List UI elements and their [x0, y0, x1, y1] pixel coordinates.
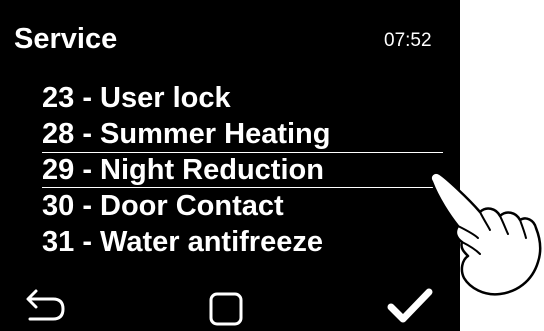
clock: 07:52 — [384, 30, 432, 51]
menu-item-label: 28 - Summer Heating — [42, 118, 331, 150]
home-square-icon — [209, 292, 243, 326]
menu-item-summer-heating[interactable]: 28 - Summer Heating — [0, 116, 460, 152]
menu-item-water-antifreeze[interactable]: 31 - Water antifreeze — [0, 224, 460, 260]
menu-item-night-reduction[interactable]: 29 - Night Reduction — [0, 152, 460, 188]
menu-item-door-contact[interactable]: 30 - Door Contact — [0, 188, 460, 224]
menu-item-label: 31 - Water antifreeze — [42, 226, 323, 258]
menu-item-label: 30 - Door Contact — [42, 190, 284, 222]
back-button[interactable] — [22, 284, 70, 328]
back-arrow-icon — [26, 289, 65, 321]
menu-item-label: 23 - User lock — [42, 82, 231, 114]
pointing-hand-icon-graphic — [429, 171, 542, 296]
device-screen: Service 07:52 23 - User lock 28 - Summer… — [0, 0, 460, 331]
menu-item-user-lock[interactable]: 23 - User lock — [0, 80, 460, 116]
menu-item-label: 29 - Night Reduction — [42, 154, 324, 186]
home-button[interactable] — [203, 284, 251, 328]
service-menu-list: 23 - User lock 28 - Summer Heating 29 - … — [0, 80, 460, 260]
pointing-hand-icon — [420, 168, 544, 300]
page-title: Service — [14, 23, 118, 55]
